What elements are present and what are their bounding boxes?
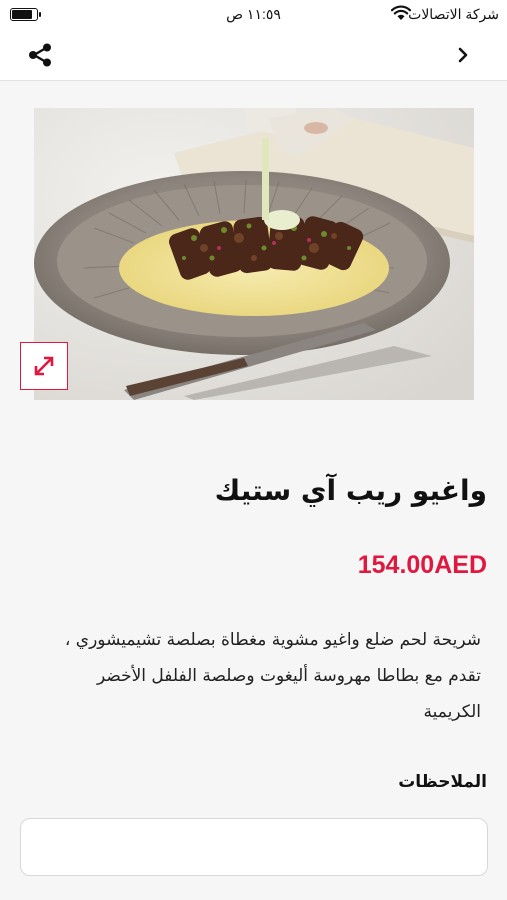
expand-icon <box>34 356 54 376</box>
status-time: ١١:٥٩ ص <box>226 6 281 22</box>
nav-bar <box>0 30 507 81</box>
notes-label: الملاحظات <box>398 772 487 792</box>
description-line: الكريمية <box>423 702 481 722</box>
battery-level <box>12 10 32 19</box>
notes-input[interactable] <box>20 818 488 876</box>
chevron-right-icon[interactable] <box>451 42 475 68</box>
battery-icon <box>10 8 41 21</box>
wagyu-steak-photo <box>34 108 474 400</box>
expand-image-button[interactable] <box>20 342 68 390</box>
description-line: شريحة لحم ضلع واغيو مشوية مغطاة بصلصة تش… <box>64 630 481 650</box>
status-bar: شركة الاتصالات ١١:٥٩ ص <box>0 0 507 30</box>
product-title: واغيو ريب آي ستيك <box>214 474 487 507</box>
share-icon[interactable] <box>26 41 54 69</box>
description-line: تقدم مع بطاطا مهروسة أليغوت وصلصة الفلفل… <box>96 666 481 686</box>
product-description: شريحة لحم ضلع واغيو مشوية مغطاة بصلصة تش… <box>11 622 481 730</box>
product-price: 154.00AED <box>357 551 487 579</box>
